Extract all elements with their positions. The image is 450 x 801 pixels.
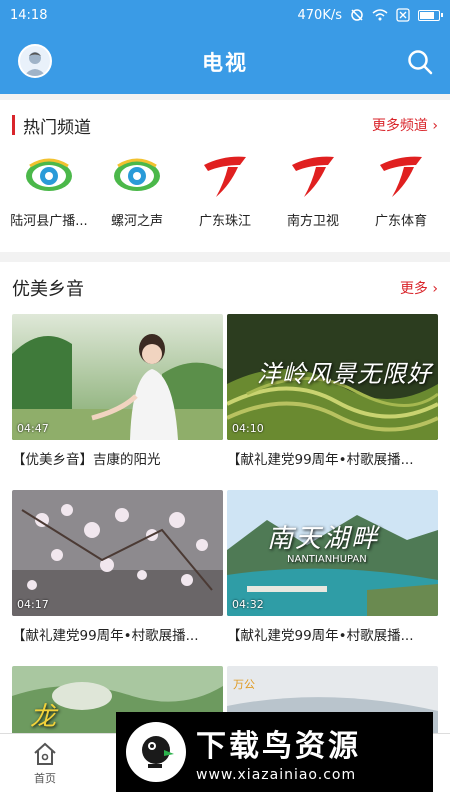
channel-item[interactable]: 广东体育: [358, 150, 444, 229]
hot-channels-header: 热门频道 更多频道 ›: [0, 100, 450, 150]
video-duration: 04:17: [17, 598, 49, 611]
app-bar: 电视: [0, 30, 450, 94]
video-title: 【优美乡音】吉康的阳光: [12, 452, 161, 468]
eye-logo-icon: [23, 150, 75, 202]
video-duration: 04:32: [232, 598, 264, 611]
search-icon[interactable]: [406, 48, 434, 76]
video-duration: 04:10: [232, 422, 264, 435]
channel-item[interactable]: 螺河之声: [94, 150, 180, 229]
status-time: 14:18: [10, 7, 48, 23]
alarm-off-icon: [351, 9, 363, 21]
thumbnail-subcaption: NANTIANHUPAN: [287, 554, 367, 565]
video-thumbnail: 洋岭风景无限好 04:10: [227, 314, 438, 440]
channel-item[interactable]: 陆河县广播...: [6, 150, 92, 229]
sim-error-icon: [396, 8, 410, 22]
more-videos-link[interactable]: 更多 ›: [400, 278, 438, 298]
video-title: 【献礼建党99周年•村歌展播...: [12, 628, 199, 644]
hot-channels-title: 热门频道: [23, 117, 91, 138]
watermark-url: www.xiazainiao.com: [196, 767, 357, 783]
channel-label: 陆河县广播...: [10, 214, 88, 229]
thumbnail-caption: 龙: [30, 702, 57, 732]
video-card[interactable]: 南天湖畔 NANTIANHUPAN 04:32 【献礼建党99周年•村歌展播..…: [227, 490, 438, 644]
avatar[interactable]: [18, 44, 52, 78]
video-duration: 04:47: [17, 422, 49, 435]
channel-label: 广东体育: [374, 214, 427, 229]
video-card[interactable]: 04:17 【献礼建党99周年•村歌展播...: [12, 490, 223, 644]
music-title: 优美乡音: [12, 279, 84, 300]
bird-logo-icon: [126, 722, 186, 782]
channel-label: 广东珠江: [198, 214, 251, 229]
net-speed: 470K/s: [297, 7, 343, 23]
channel-label: 南方卫视: [286, 214, 339, 229]
wifi-icon: [372, 9, 388, 21]
home-icon: [34, 742, 56, 765]
channel-item[interactable]: 广东珠江: [182, 150, 268, 229]
video-thumbnail: 南天湖畔 NANTIANHUPAN 04:32: [227, 490, 438, 616]
nav-home-label: 首页: [34, 772, 56, 785]
status-bar: 14:18 470K/s: [0, 0, 450, 30]
eye-logo-icon: [111, 150, 163, 202]
channel-item[interactable]: 南方卫视: [270, 150, 356, 229]
thumbnail-caption: 万公: [233, 678, 255, 691]
video-thumbnail: 04:47: [12, 314, 223, 440]
video-card[interactable]: 04:47 【优美乡音】吉康的阳光: [12, 314, 223, 468]
status-icons: 470K/s: [297, 7, 443, 23]
nav-home[interactable]: 首页: [22, 742, 68, 786]
gdtv-logo-icon: [199, 150, 251, 202]
video-title: 【献礼建党99周年•村歌展播...: [227, 452, 414, 468]
thumbnail-caption: 洋岭风景无限好: [257, 360, 432, 388]
section-marker: [12, 115, 15, 135]
video-title: 【献礼建党99周年•村歌展播...: [227, 628, 414, 644]
gdtv-logo-icon: [287, 150, 339, 202]
more-channels-link[interactable]: 更多频道 ›: [372, 115, 438, 135]
hot-channels-section: 热门频道 更多频道 › 陆河县广播... 螺河之声 广东珠江 南方卫视 广东体育: [0, 100, 450, 252]
channel-list: 陆河县广播... 螺河之声 广东珠江 南方卫视 广东体育: [0, 150, 450, 229]
gdtv-logo-icon: [375, 150, 427, 202]
watermark-text: 下载鸟资源: [196, 729, 361, 764]
music-header: 优美乡音 更多 ›: [0, 262, 450, 314]
video-card[interactable]: 洋岭风景无限好 04:10 【献礼建党99周年•村歌展播...: [227, 314, 438, 468]
battery-icon: [418, 9, 443, 21]
thumbnail-caption: 南天湖畔: [267, 524, 380, 554]
video-thumbnail: 04:17: [12, 490, 223, 616]
watermark-banner: 下载鸟资源 www.xiazainiao.com: [116, 712, 433, 792]
avatar-icon: [24, 52, 46, 76]
page-title: 电视: [202, 51, 248, 75]
channel-label: 螺河之声: [110, 214, 163, 229]
